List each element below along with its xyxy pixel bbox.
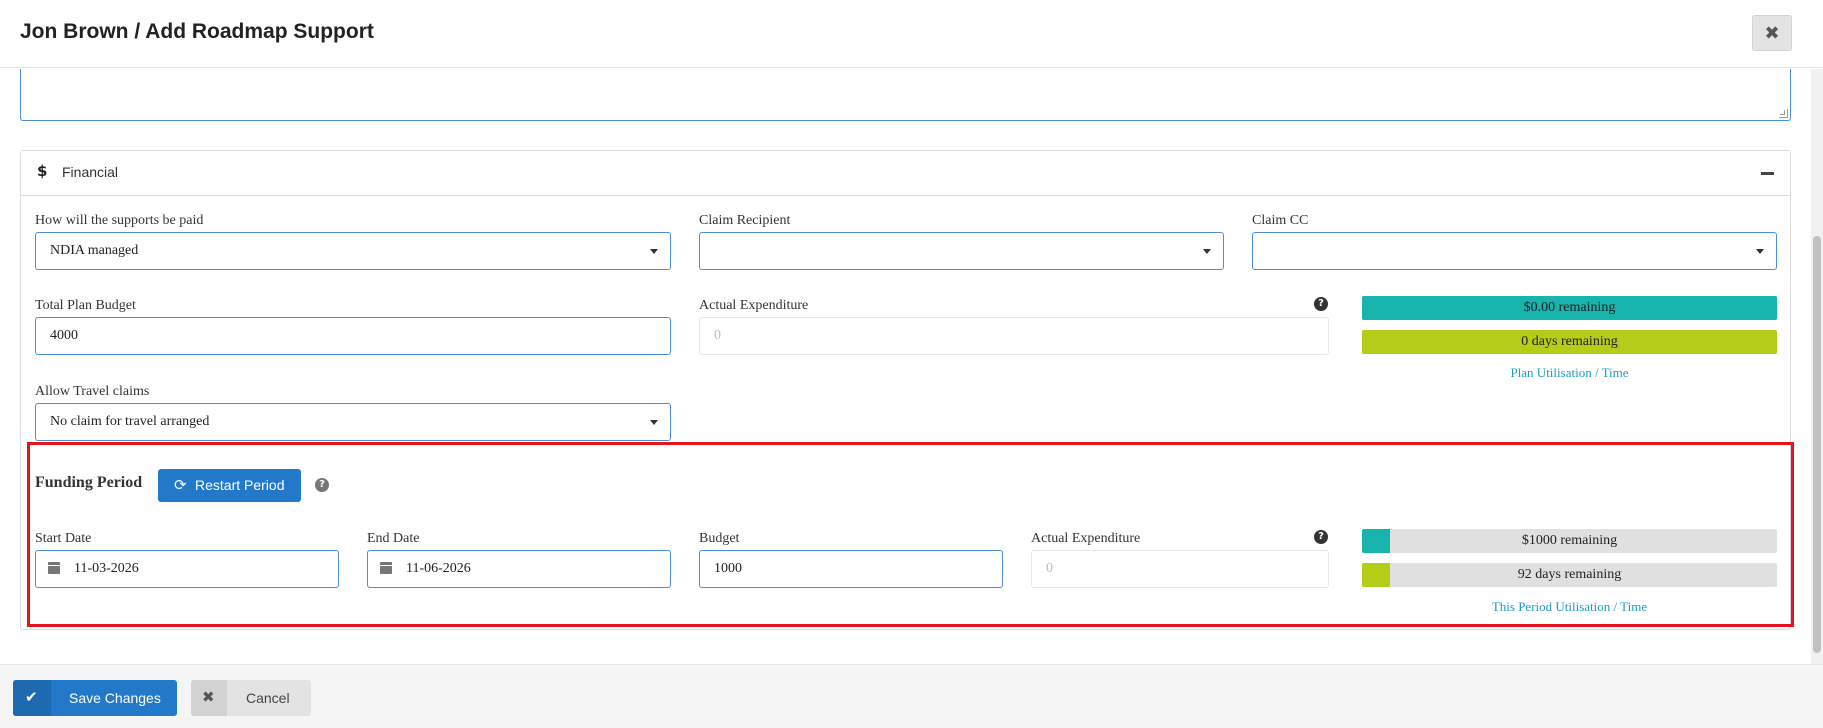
save-changes-button[interactable]: ✔ Save Changes (13, 680, 177, 716)
funding-period-title: Funding Period (35, 474, 143, 491)
period-expenditure-label: Actual Expenditure (1031, 531, 1141, 546)
financial-panel-title: Financial (62, 164, 119, 180)
claim-recipient-label: Claim Recipient (699, 213, 791, 228)
period-budget-input[interactable]: 1000 (699, 550, 1003, 588)
restart-period-button[interactable]: ⟳ Restart Period (158, 469, 301, 502)
scrollbar[interactable] (1811, 69, 1823, 664)
resize-handle[interactable] (1779, 109, 1788, 118)
period-money-progress: $1000 remaining (1362, 529, 1777, 553)
travel-claims-label: Allow Travel claims (35, 384, 150, 399)
payment-method-select[interactable]: NDIA managed (35, 232, 671, 270)
caret-down-icon (650, 420, 658, 425)
dollar-icon: $ (37, 162, 48, 180)
claim-cc-select[interactable] (1252, 232, 1777, 270)
modal-body: $ Financial How will the supports be pai… (0, 69, 1811, 664)
modal-header: Jon Brown / Add Roadmap Support ✖ (0, 0, 1823, 68)
total-budget-label: Total Plan Budget (35, 298, 136, 313)
check-icon: ✔ (25, 688, 38, 706)
question-circle-icon[interactable]: ? (1314, 297, 1328, 311)
end-date-input[interactable]: 11-06-2026 (367, 550, 671, 588)
claim-cc-label: Claim CC (1252, 213, 1309, 228)
financial-panel: $ Financial How will the supports be pai… (20, 150, 1794, 630)
start-date-input[interactable]: 11-03-2026 (35, 550, 339, 588)
plan-money-progress: $0.00 remaining (1362, 296, 1777, 320)
modal-title: Jon Brown / Add Roadmap Support (20, 20, 374, 43)
travel-claims-select[interactable]: No claim for travel arranged (35, 403, 671, 441)
times-icon: ✖ (202, 688, 215, 706)
question-circle-icon[interactable]: ? (1314, 530, 1328, 544)
modal-footer: ✔ Save Changes ✖ Cancel (0, 664, 1823, 728)
caret-down-icon (1756, 249, 1764, 254)
period-expenditure-input[interactable]: 0 (1031, 550, 1329, 588)
calendar-icon (48, 562, 60, 574)
actual-expenditure-label: Actual Expenditure (699, 298, 809, 313)
notes-textarea[interactable] (20, 69, 1791, 121)
refresh-icon: ⟳ (174, 476, 187, 494)
payment-method-label: How will the supports be paid (35, 213, 204, 228)
total-budget-input[interactable]: 4000 (35, 317, 671, 355)
start-date-label: Start Date (35, 531, 92, 546)
caret-down-icon (650, 249, 658, 254)
period-budget-label: Budget (699, 531, 740, 546)
financial-panel-header[interactable]: $ Financial (21, 151, 1790, 196)
times-icon: ✖ (1764, 22, 1780, 44)
question-circle-icon[interactable]: ? (315, 478, 329, 492)
actual-expenditure-input[interactable]: 0 (699, 317, 1329, 355)
caret-down-icon (1203, 249, 1211, 254)
plan-days-progress: 0 days remaining (1362, 330, 1777, 354)
minus-icon[interactable] (1761, 172, 1774, 175)
period-utilisation-link[interactable]: This Period Utilisation / Time (1362, 599, 1777, 615)
claim-recipient-select[interactable] (699, 232, 1224, 270)
scrollbar-thumb[interactable] (1813, 236, 1821, 653)
end-date-label: End Date (367, 531, 420, 546)
calendar-icon (380, 562, 392, 574)
period-days-progress: 92 days remaining (1362, 563, 1777, 587)
plan-utilisation-link[interactable]: Plan Utilisation / Time (1362, 365, 1777, 381)
close-button[interactable]: ✖ (1752, 15, 1792, 51)
cancel-button[interactable]: ✖ Cancel (191, 680, 311, 716)
